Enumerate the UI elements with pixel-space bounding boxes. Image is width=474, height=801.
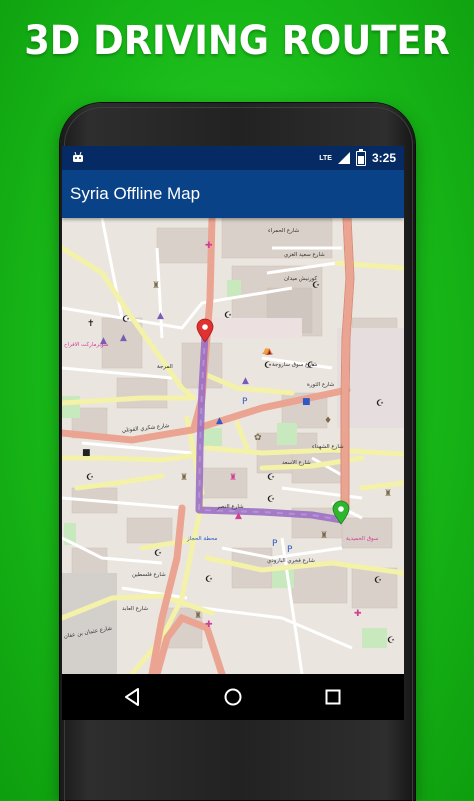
map-label: محطة الحجاز bbox=[186, 536, 217, 542]
svg-text:☪: ☪ bbox=[86, 473, 94, 483]
svg-text:☪: ☪ bbox=[264, 361, 272, 371]
svg-text:♜: ♜ bbox=[194, 611, 202, 621]
svg-text:♜: ♜ bbox=[180, 473, 188, 483]
svg-text:P: P bbox=[242, 397, 248, 407]
status-time: 3:25 bbox=[371, 151, 396, 165]
lte-indicator: LTE bbox=[319, 154, 332, 162]
status-bar: LTE 3:25 bbox=[62, 146, 404, 170]
svg-text:■: ■ bbox=[82, 448, 91, 458]
android-nav-bar bbox=[62, 674, 404, 720]
svg-text:▲: ▲ bbox=[216, 416, 223, 426]
svg-text:♜: ♜ bbox=[320, 531, 328, 541]
map-label: شارع الاسعد bbox=[282, 460, 311, 466]
svg-text:P: P bbox=[272, 539, 278, 549]
map-label: شارع فلسطين bbox=[132, 572, 166, 578]
svg-text:⛺: ⛺ bbox=[262, 346, 273, 356]
svg-text:♜: ♜ bbox=[152, 281, 160, 291]
map-label: المرجة bbox=[157, 364, 173, 370]
svg-text:✚: ✚ bbox=[354, 609, 362, 619]
svg-text:☪: ☪ bbox=[387, 636, 395, 646]
map-label: شارع فخري البارودي bbox=[267, 558, 315, 564]
map-label: سوبرماركت الافراح bbox=[64, 341, 109, 348]
svg-text:▲: ▲ bbox=[242, 376, 249, 386]
svg-text:▲: ▲ bbox=[120, 333, 127, 343]
svg-text:P: P bbox=[287, 545, 293, 555]
android-debug-icon bbox=[73, 151, 83, 162]
recents-icon[interactable] bbox=[320, 684, 346, 710]
map-label: شارع النصر bbox=[216, 504, 244, 510]
app-title: Syria Offline Map bbox=[70, 184, 201, 203]
map-label: كورنيش ميدان bbox=[284, 275, 318, 282]
svg-text:☪: ☪ bbox=[312, 281, 320, 291]
svg-text:♦: ♦ bbox=[324, 416, 332, 426]
svg-text:✚: ✚ bbox=[205, 620, 213, 630]
map-label: شارع الشهداء bbox=[312, 444, 344, 450]
map-label: شارع العابد bbox=[122, 606, 148, 612]
map-label: شارع الثورة bbox=[307, 382, 335, 388]
svg-text:♜: ♜ bbox=[229, 473, 237, 483]
promo-headline: 3D DRIVING ROUTER bbox=[24, 18, 450, 64]
signal-icon bbox=[337, 152, 350, 164]
map-view[interactable]: ✚ ♜ ✝ ▲ ▲ ▲ ☪ ⛺ ▲ P ▲ ✿ ■ ♦ ☪ ☪ ■ ☪ ♜ ♜ … bbox=[62, 218, 404, 674]
svg-text:✝: ✝ bbox=[87, 319, 95, 329]
svg-text:☪: ☪ bbox=[122, 315, 130, 325]
svg-text:✚: ✚ bbox=[205, 241, 213, 251]
svg-text:☪: ☪ bbox=[205, 575, 213, 585]
svg-text:▲: ▲ bbox=[235, 511, 242, 521]
svg-text:☪: ☪ bbox=[154, 549, 162, 559]
svg-text:☪: ☪ bbox=[224, 311, 232, 321]
svg-text:☪: ☪ bbox=[374, 576, 382, 586]
map-label: شارع الحمراء bbox=[268, 228, 299, 234]
map-label: سوق الحميدية bbox=[346, 536, 379, 542]
map-label: شارع سوق ساروجة bbox=[272, 362, 318, 368]
app-bar: Syria Offline Map bbox=[62, 170, 404, 218]
svg-text:♜: ♜ bbox=[384, 489, 392, 499]
battery-icon bbox=[355, 148, 366, 166]
home-icon[interactable] bbox=[220, 684, 246, 710]
svg-text:☪: ☪ bbox=[267, 495, 275, 505]
map-label: شارع سعيد الغزي bbox=[284, 252, 325, 258]
svg-text:☪: ☪ bbox=[376, 399, 384, 409]
svg-text:■: ■ bbox=[302, 397, 311, 407]
back-icon[interactable] bbox=[120, 684, 146, 710]
svg-text:▲: ▲ bbox=[157, 311, 164, 321]
svg-text:☪: ☪ bbox=[267, 473, 275, 483]
phone-screen: LTE 3:25 Syria Offline Map ✚ ♜ ✝ ▲ ▲ ▲ ☪… bbox=[62, 146, 404, 720]
svg-text:✿: ✿ bbox=[254, 433, 262, 443]
